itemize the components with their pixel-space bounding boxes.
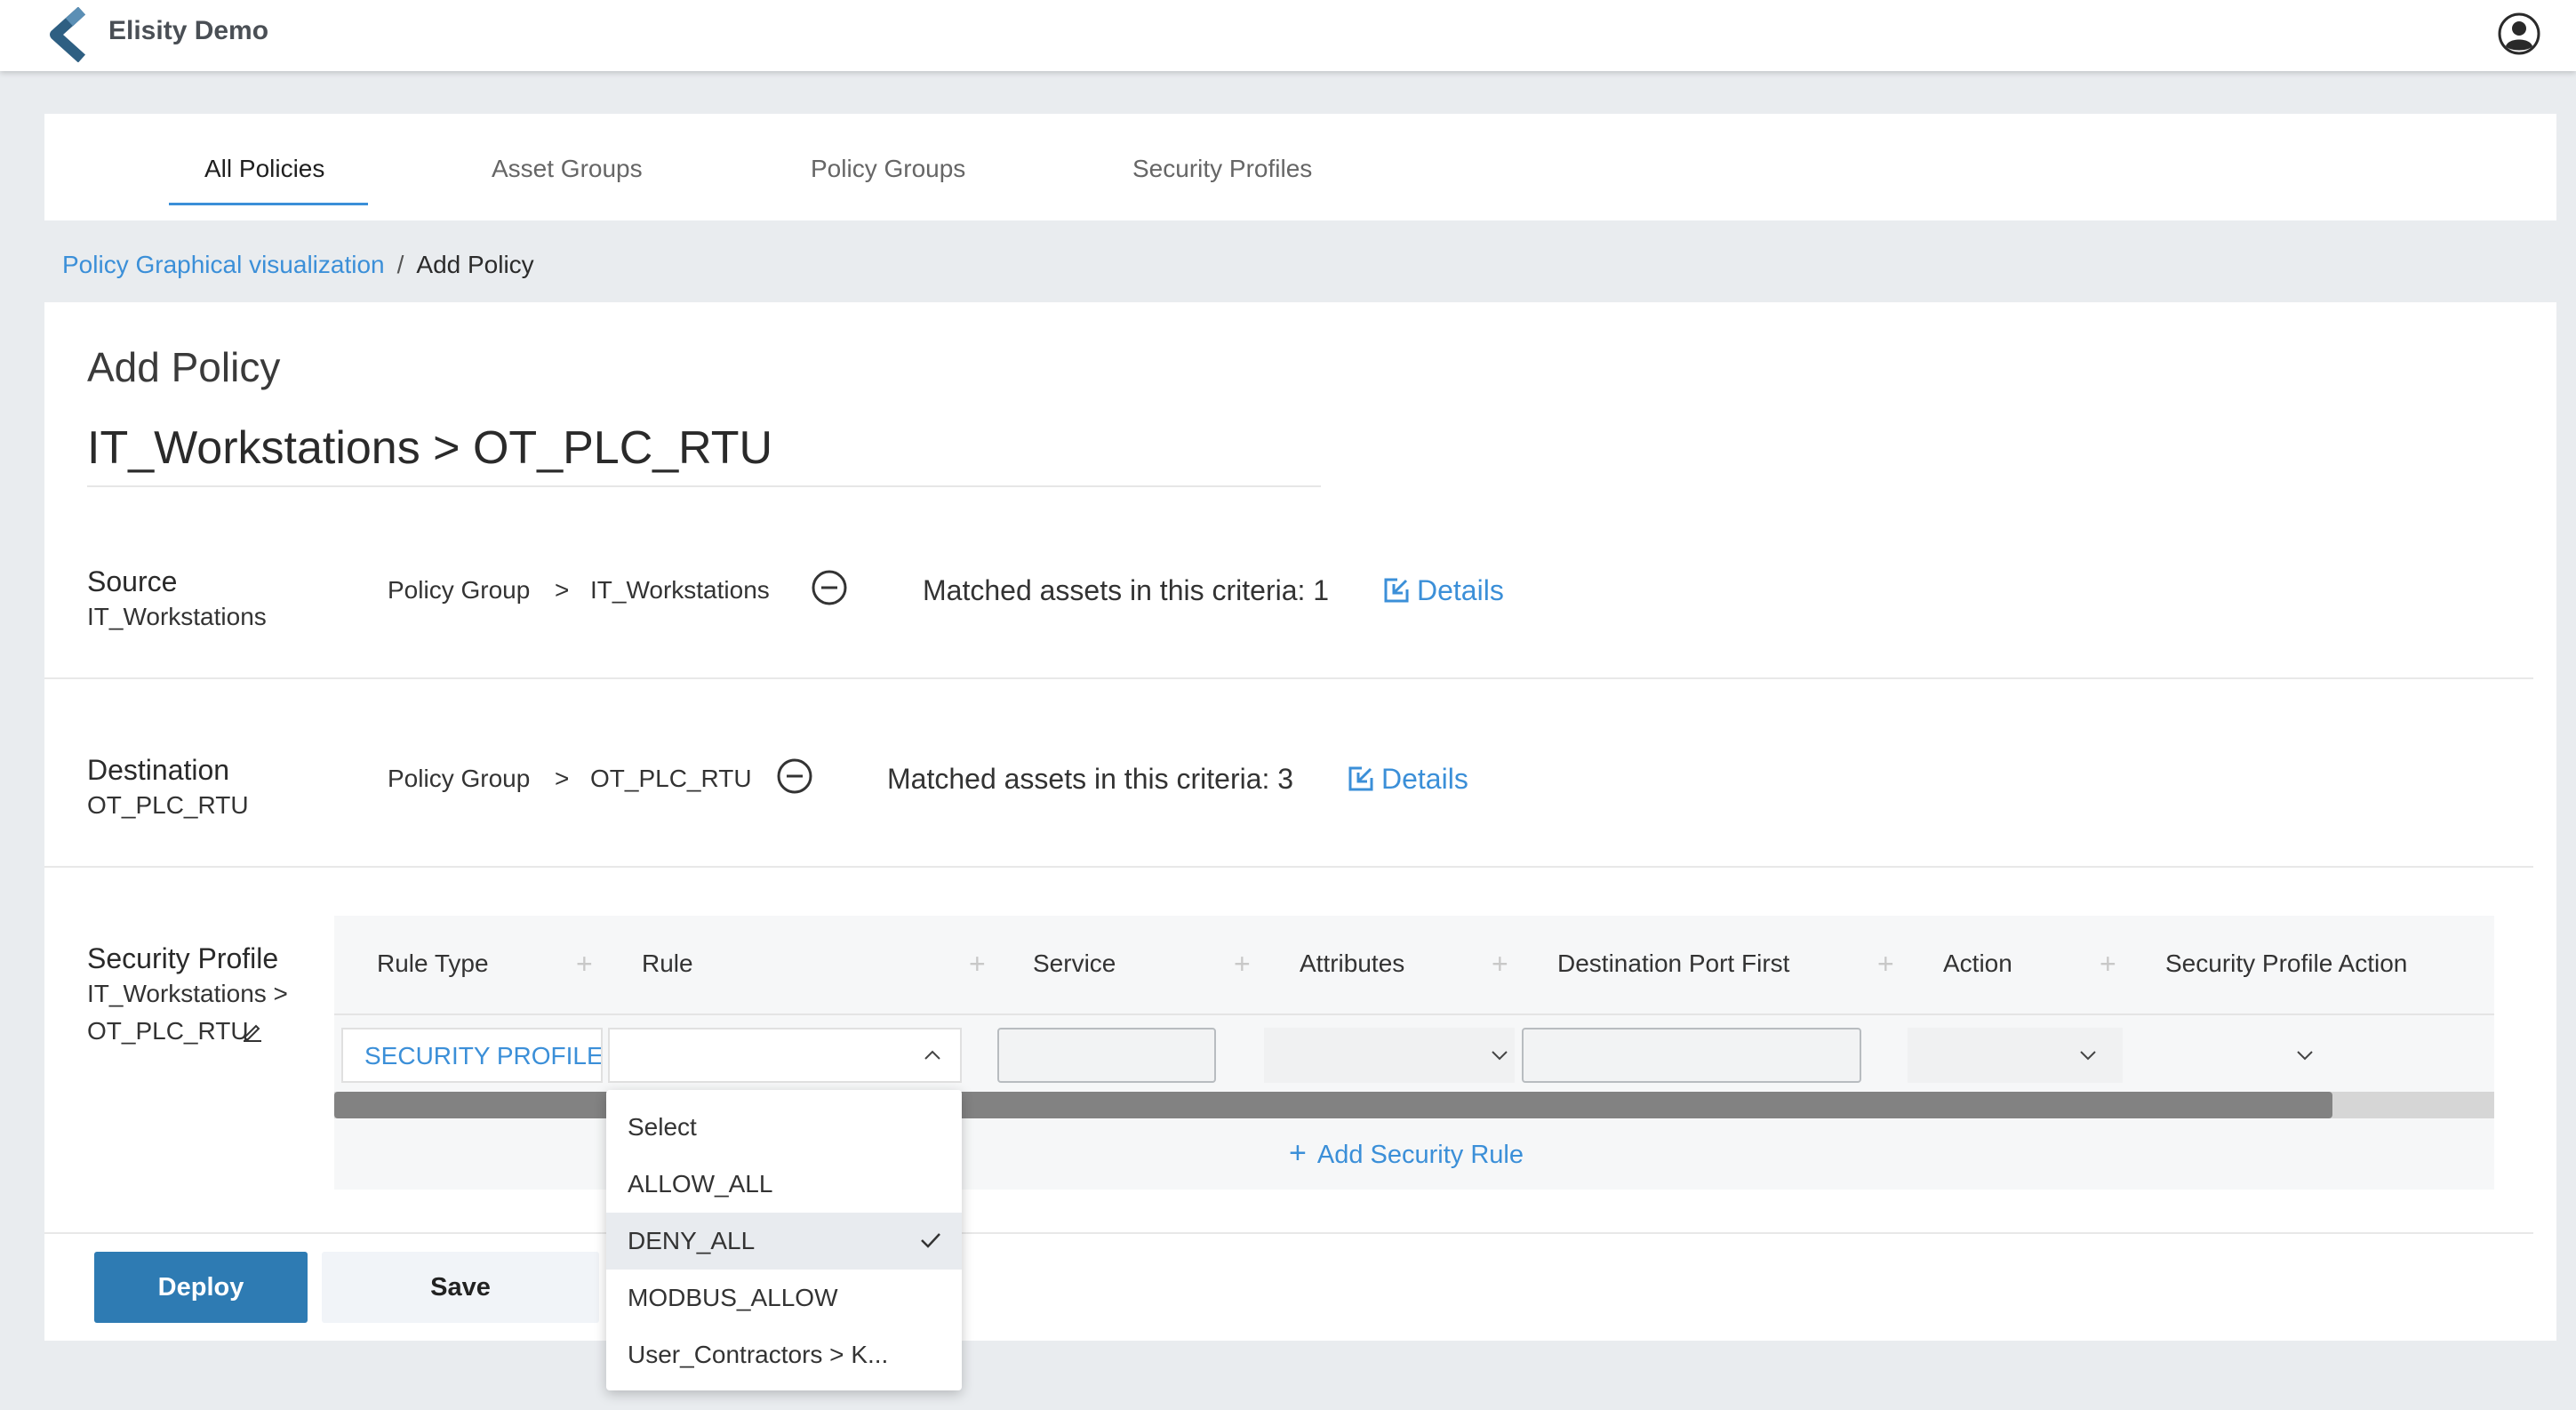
tab-all-policies[interactable]: All Policies: [204, 155, 324, 183]
dropdown-option-deny-all-label: DENY_ALL: [628, 1227, 756, 1254]
open-details-icon: [1348, 766, 1373, 791]
column-attributes: Attributes: [1300, 949, 1405, 977]
column-resize-icon[interactable]: +: [576, 948, 593, 981]
dropdown-option-modbus-allow[interactable]: MODBUS_ALLOW: [606, 1270, 962, 1326]
chevron-up-icon: [924, 1050, 940, 1060]
rule-dropdown-menu: Select ALLOW_ALL DENY_ALL MODBUS_ALLOW U…: [606, 1090, 962, 1390]
user-avatar-icon[interactable]: [2498, 12, 2540, 55]
source-group-name: IT_Workstations: [590, 576, 770, 604]
column-security-profile-action: Security Profile Action: [2165, 949, 2408, 977]
active-tab-indicator: [169, 203, 368, 205]
save-button[interactable]: Save: [322, 1252, 599, 1323]
elisity-logo-icon: [50, 7, 86, 62]
edit-pencil-icon[interactable]: [242, 1021, 263, 1042]
breadcrumb: Policy Graphical visualization / Add Polic…: [62, 251, 534, 279]
column-destination-port-first: Destination Port First: [1557, 949, 1790, 977]
chevron-down-icon: [1492, 1051, 1508, 1061]
destination-matched-assets: Matched assets in this criteria: 3: [887, 763, 1294, 795]
dropdown-option-deny-all[interactable]: DENY_ALL: [606, 1213, 962, 1270]
plus-icon: +: [1289, 1136, 1307, 1170]
breadcrumb-link-policy-visualization[interactable]: Policy Graphical visualization: [62, 251, 385, 278]
divider: [44, 866, 2533, 868]
security-profile-action-chevron-down-icon[interactable]: [2295, 1045, 2315, 1065]
rule-select[interactable]: [608, 1028, 962, 1083]
policy-name: IT_Workstations > OT_PLC_RTU: [87, 422, 773, 474]
dropdown-option-select[interactable]: Select: [606, 1099, 962, 1156]
destination-details-label: Details: [1381, 763, 1468, 795]
source-sub-label: IT_Workstations: [87, 603, 267, 630]
column-resize-icon[interactable]: +: [1492, 948, 1508, 981]
source-label: Source: [87, 565, 178, 597]
service-input[interactable]: [997, 1028, 1216, 1083]
check-icon: [921, 1233, 940, 1248]
destination-sub-label: OT_PLC_RTU: [87, 791, 249, 819]
security-profile-label: Security Profile: [87, 942, 279, 974]
column-rule-type: Rule Type: [377, 949, 489, 977]
source-group-type: Policy Group: [388, 576, 531, 604]
dropdown-option-user-contractors[interactable]: User_Contractors > K...: [606, 1326, 962, 1383]
destination-label: Destination: [87, 754, 230, 786]
security-profile-sub-line2: OT_PLC_RTU: [87, 1017, 249, 1045]
remove-destination-icon[interactable]: [776, 757, 813, 795]
source-details-link[interactable]: Details: [1383, 574, 1504, 607]
security-profile-sub-line1: IT_Workstations >: [87, 980, 288, 1007]
breadcrumb-current: Add Policy: [416, 251, 534, 278]
add-security-rule-button[interactable]: + Add Security Rule: [1289, 1136, 1524, 1171]
chevron-down-icon: [2080, 1051, 2096, 1061]
deploy-button[interactable]: Deploy: [94, 1252, 308, 1323]
policy-tabs: All Policies Asset Groups Policy Groups …: [44, 114, 2556, 220]
rule-type-cell[interactable]: SECURITY PROFILE: [341, 1028, 603, 1083]
app-title: Elisity Demo: [108, 16, 269, 45]
remove-source-icon[interactable]: [811, 569, 848, 606]
divider: [44, 1232, 2533, 1234]
tab-policy-groups[interactable]: Policy Groups: [811, 155, 965, 183]
source-matched-assets: Matched assets in this criteria: 1: [923, 574, 1330, 606]
destination-group-name: OT_PLC_RTU: [590, 765, 752, 792]
destination-port-input[interactable]: [1522, 1028, 1861, 1083]
action-select[interactable]: [1908, 1028, 2123, 1083]
open-details-icon: [1384, 578, 1409, 603]
add-security-rule-label: Add Security Rule: [1316, 1141, 1524, 1169]
column-resize-icon[interactable]: +: [2100, 948, 2116, 981]
page-title: Add Policy: [87, 344, 281, 390]
source-details-label: Details: [1417, 574, 1504, 606]
tab-security-profiles[interactable]: Security Profiles: [1132, 155, 1312, 183]
attributes-select[interactable]: [1264, 1028, 1515, 1083]
column-rule: Rule: [642, 949, 693, 977]
policy-name-underline: [87, 485, 1321, 487]
breadcrumb-separator: /: [396, 251, 404, 278]
column-resize-icon[interactable]: +: [1877, 948, 1894, 981]
tab-asset-groups[interactable]: Asset Groups: [492, 155, 643, 183]
destination-details-link[interactable]: Details: [1348, 763, 1468, 796]
source-arrow: >: [555, 576, 570, 604]
top-header: Elisity Demo: [0, 0, 2576, 71]
destination-group-type: Policy Group: [388, 765, 531, 792]
destination-arrow: >: [555, 765, 570, 792]
column-resize-icon[interactable]: +: [969, 948, 986, 981]
column-service: Service: [1033, 949, 1116, 977]
divider: [44, 677, 2533, 679]
dropdown-option-allow-all[interactable]: ALLOW_ALL: [606, 1156, 962, 1213]
column-action: Action: [1943, 949, 2012, 977]
column-resize-icon[interactable]: +: [1234, 948, 1251, 981]
